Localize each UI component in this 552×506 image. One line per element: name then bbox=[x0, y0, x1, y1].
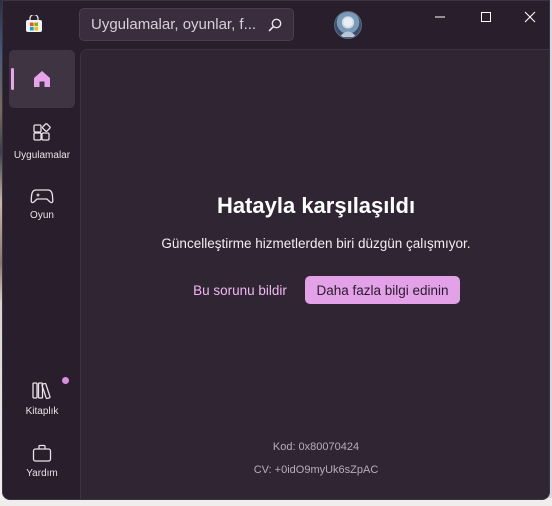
report-issue-button[interactable]: Bu sorunu bildir bbox=[181, 276, 299, 304]
avatar[interactable] bbox=[334, 11, 362, 39]
close-button[interactable] bbox=[507, 1, 549, 33]
minimize-icon bbox=[435, 16, 445, 18]
sidebar-item-apps[interactable]: Uygulamalar bbox=[9, 113, 75, 171]
notification-badge bbox=[62, 377, 69, 384]
store-window: Uygulamalar, oyunlar, f... Uygulamalar O… bbox=[2, 0, 550, 500]
error-code: Kod: 0x80070424 bbox=[272, 441, 360, 453]
maximize-icon bbox=[481, 12, 491, 22]
help-icon bbox=[32, 444, 52, 462]
minimize-button[interactable] bbox=[417, 1, 463, 33]
close-icon bbox=[524, 11, 536, 23]
sidebar-item-library[interactable]: Kitaplık bbox=[9, 369, 75, 427]
sidebar-item-label: Yardım bbox=[26, 468, 58, 479]
correlation-vector: CV: +0idO9myUk6sZpAC bbox=[253, 464, 379, 476]
sidebar-item-gaming[interactable]: Oyun bbox=[9, 175, 75, 233]
error-description: Güncelleştirme hizmetlerden biri düzgün … bbox=[161, 236, 471, 251]
avatar-image bbox=[339, 17, 357, 38]
home-icon bbox=[34, 71, 50, 87]
maximize-button[interactable] bbox=[463, 1, 509, 33]
microsoft-store-icon bbox=[26, 15, 42, 32]
search-box[interactable]: Uygulamalar, oyunlar, f... bbox=[79, 8, 294, 41]
search-icon[interactable] bbox=[267, 17, 283, 33]
sidebar-item-home[interactable] bbox=[9, 50, 75, 108]
apps-icon bbox=[33, 123, 51, 141]
main-content: Hatayla karşılaşıldı Güncelleştirme hizm… bbox=[80, 49, 549, 499]
library-icon bbox=[32, 382, 51, 400]
sidebar: Uygulamalar Oyun Kitaplık Yardım bbox=[3, 49, 79, 499]
search-input[interactable]: Uygulamalar, oyunlar, f... bbox=[91, 16, 256, 33]
sidebar-item-label: Kitaplık bbox=[25, 406, 59, 417]
sidebar-item-label: Oyun bbox=[30, 210, 54, 221]
title-bar[interactable]: Uygulamalar, oyunlar, f... bbox=[3, 1, 549, 49]
error-title: Hatayla karşılaşıldı bbox=[216, 193, 416, 218]
learn-more-button[interactable]: Daha fazla bilgi edinin bbox=[305, 276, 460, 304]
gamepad-icon bbox=[30, 189, 54, 204]
sidebar-item-help[interactable]: Yardım bbox=[9, 432, 75, 490]
active-indicator bbox=[11, 68, 14, 90]
sidebar-item-label: Uygulamalar bbox=[13, 150, 71, 161]
